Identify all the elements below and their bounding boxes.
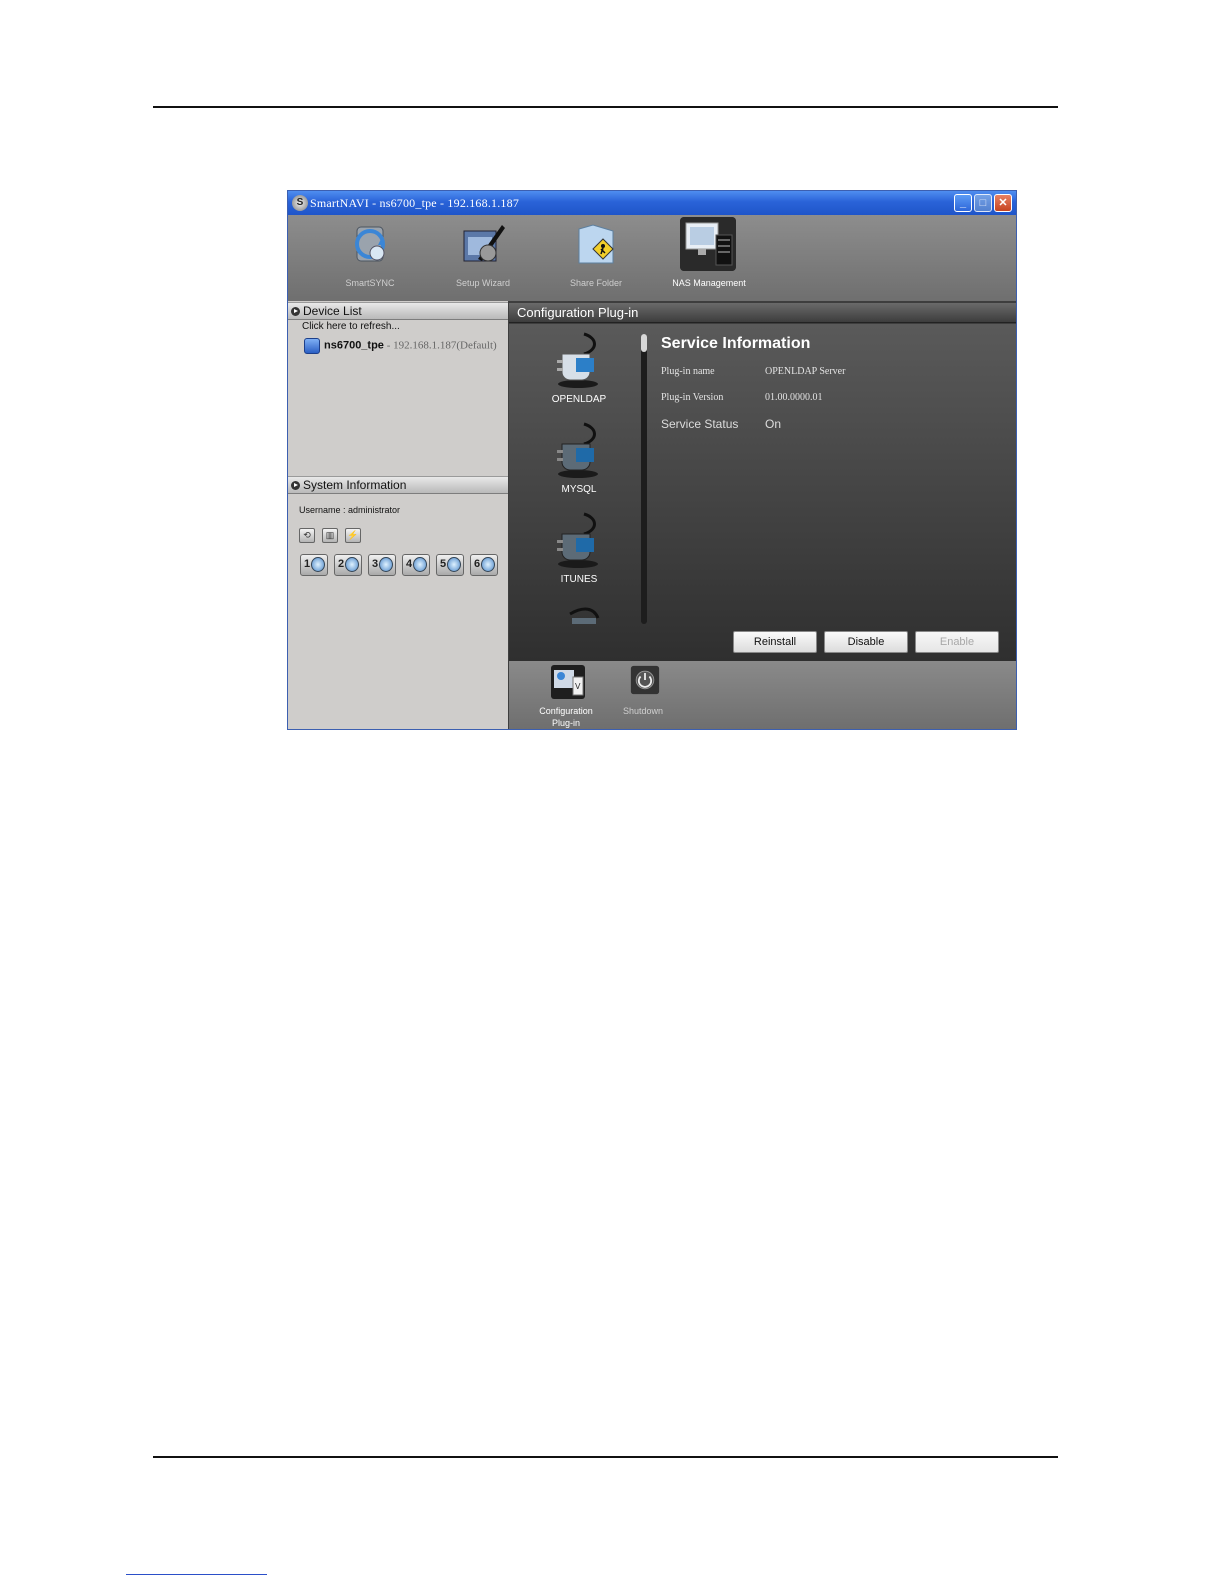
disk-number: 6	[474, 558, 481, 570]
left-panel: Device List Click here to refresh... ns6…	[288, 301, 508, 729]
disk-number: 4	[406, 558, 413, 570]
disk-search-icon	[413, 557, 427, 572]
toolbar-label: Share Folder	[569, 278, 623, 288]
plug-icon	[557, 512, 598, 568]
configuration-plugin-icon: V	[551, 665, 585, 699]
disk-search-icon	[447, 557, 461, 572]
refresh-icon[interactable]: ⟲	[299, 528, 315, 543]
power-icon	[630, 665, 660, 695]
footer-link-underline[interactable]	[126, 1574, 267, 1575]
username-text: Username : administrator	[299, 505, 401, 515]
plugin-name-label: Plug-in name	[661, 366, 715, 377]
disk-search-icon	[311, 557, 325, 572]
plug-icon-partial	[569, 607, 600, 624]
plugin-version-value: 01.00.0000.01	[765, 392, 823, 403]
svg-text:V: V	[575, 682, 581, 691]
bottom-toolbar: V Configuration Plug-in Shutdown	[509, 661, 1016, 729]
service-information-title: Service Information	[661, 335, 811, 352]
smartnavi-window: S SmartNAVI - ns6700_tpe - 192.168.1.187…	[287, 190, 1017, 730]
plugin-list-scrollbar[interactable]	[641, 334, 647, 624]
expand-arrow-icon	[291, 307, 300, 316]
service-status-value: On	[765, 417, 782, 431]
device-icon	[304, 338, 320, 354]
expand-arrow-icon	[291, 481, 300, 490]
toolbar-label: NAS Management	[672, 278, 746, 288]
plugin-label: OPENLDAP	[551, 394, 607, 405]
scrollbar-thumb[interactable]	[641, 334, 647, 352]
disk-search-icon	[345, 557, 359, 572]
share-folder-icon	[578, 224, 614, 264]
toolbar-label: Setup Wizard	[455, 278, 511, 288]
plugin-version-label: Plug-in Version	[661, 392, 724, 403]
disk-number: 2	[338, 558, 345, 570]
wizard-tools-icon	[463, 225, 505, 262]
window-titlebar[interactable]: S SmartNAVI - ns6700_tpe - 192.168.1.187…	[288, 191, 1016, 215]
disk-number: 5	[440, 558, 447, 570]
plugin-label: MYSQL	[561, 484, 597, 495]
plug-icon	[557, 332, 598, 388]
disk-1-button[interactable]: 1	[300, 554, 328, 576]
disk-search-icon	[379, 557, 393, 572]
disable-button[interactable]: Disable	[824, 631, 908, 653]
plug-icon	[557, 422, 598, 478]
device-item[interactable]: ns6700_tpe - 192.168.1.187(Default)	[304, 338, 497, 356]
power-event-icon[interactable]: ⚡	[345, 528, 361, 543]
reinstall-button[interactable]: Reinstall	[733, 631, 817, 653]
system-information-header[interactable]: System Information	[288, 476, 508, 494]
device-name: ns6700_tpe	[324, 339, 384, 352]
window-title: SmartNAVI - ns6700_tpe - 192.168.1.187	[310, 196, 520, 210]
disk-4-button[interactable]: 4	[402, 554, 430, 576]
toolbar-smartsync-button[interactable]: SmartSYNC	[325, 217, 415, 297]
enable-button[interactable]: Enable	[915, 631, 999, 653]
page-top-rule	[153, 106, 1058, 108]
plugin-content-panel: OPENLDAP MYSQL ITUNES Service Informatio…	[509, 324, 1016, 661]
close-button[interactable]: ✕	[994, 194, 1012, 212]
disk-5-button[interactable]: 5	[436, 554, 464, 576]
plugin-label: ITUNES	[560, 574, 598, 585]
minimize-button[interactable]: _	[954, 194, 972, 212]
disk-6-button[interactable]: 6	[470, 554, 498, 576]
disk-3-button[interactable]: 3	[368, 554, 396, 576]
disk-search-icon	[481, 557, 495, 572]
service-status-label: Service Status	[661, 417, 739, 431]
main-toolbar: SmartSYNC Setup Wizard Share Folder NAS …	[288, 215, 1016, 301]
section-title: System Information	[303, 478, 407, 492]
device-list-header[interactable]: Device List	[288, 302, 508, 320]
app-logo-icon: S	[292, 195, 308, 211]
plugin-name-value: OPENLDAP Server	[765, 366, 846, 377]
toolbar-nas-management-button[interactable]: NAS Management	[664, 217, 754, 297]
toolbar-share-folder-button[interactable]: Share Folder	[551, 217, 641, 297]
device-ip: - 192.168.1.187(Default)	[383, 339, 497, 352]
page-bottom-rule	[153, 1456, 1058, 1458]
section-title: Device List	[303, 304, 362, 318]
raid-icon[interactable]: ▥	[322, 528, 338, 543]
disk-number: 1	[304, 558, 311, 570]
toolbar-label: SmartSYNC	[345, 278, 395, 288]
refresh-link[interactable]: Click here to refresh...	[302, 321, 400, 332]
maximize-button[interactable]: □	[974, 194, 992, 212]
disk-number: 3	[372, 558, 379, 570]
nas-management-icon	[680, 217, 736, 271]
bottom-label: Configuration Plug-in	[539, 706, 593, 728]
configuration-plugin-header: Configuration Plug-in	[509, 303, 1016, 323]
toolbar-setup-wizard-button[interactable]: Setup Wizard	[438, 217, 528, 297]
disk-2-button[interactable]: 2	[334, 554, 362, 576]
bottom-label: Shutdown	[622, 706, 664, 716]
sync-disk-icon	[355, 226, 385, 262]
